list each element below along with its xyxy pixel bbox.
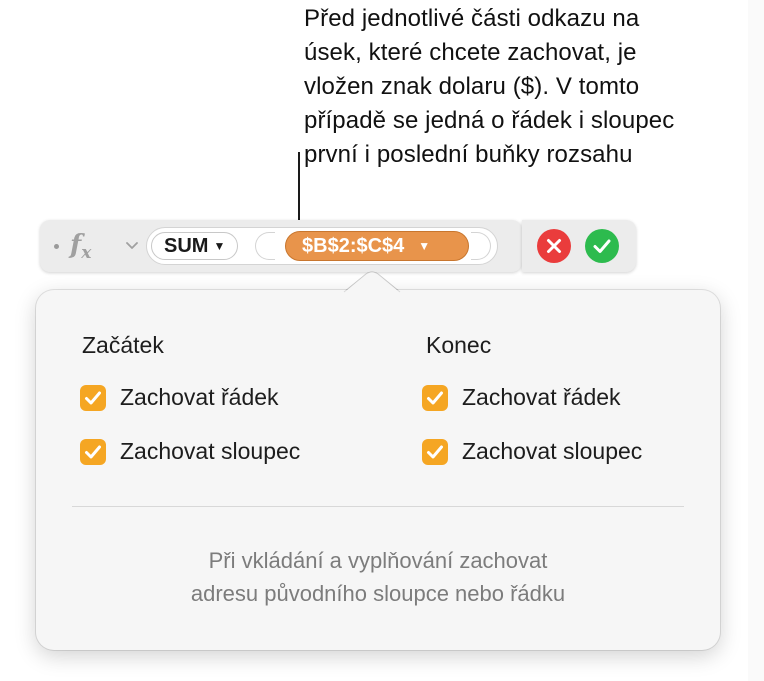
start-heading: Začátek	[82, 332, 164, 358]
close-icon	[547, 239, 561, 253]
canvas: Před jednotlivé části odkazu na úsek, kt…	[0, 0, 764, 681]
fx-label: f	[70, 230, 82, 260]
argument-bracket-left	[255, 232, 275, 260]
start-preserve-column-checkbox[interactable]	[80, 438, 106, 465]
drag-handle-icon[interactable]	[54, 244, 59, 249]
start-preserve-row-label: Zachovat řádek	[120, 384, 279, 410]
end-preserve-column-checkbox[interactable]	[422, 438, 448, 465]
start-preserve-column-label: Zachovat sloupec	[120, 438, 301, 464]
start-preserve-column-option[interactable]: Zachovat sloupec	[80, 438, 300, 465]
checkmark-icon	[593, 239, 611, 253]
start-preserve-row-option[interactable]: Zachovat řádek	[80, 384, 279, 411]
range-token-label: $B$2:$C$4	[302, 234, 405, 257]
fx-subscript: x	[81, 243, 92, 263]
formula-bar: fx SUM ▼ $B$2:$C$4 ▼	[40, 220, 523, 272]
function-token-label: SUM	[164, 234, 209, 257]
function-token[interactable]: SUM ▼	[151, 232, 239, 260]
end-preserve-column-label: Zachovat sloupec	[462, 438, 643, 464]
footer-line-2: adresu původního sloupce nebo řádku	[190, 581, 566, 606]
checkmark-icon	[85, 391, 101, 404]
footer-line-1: Při vkládání a vyplňování zachovat	[208, 548, 548, 573]
caret-down-icon[interactable]: ▼	[418, 239, 430, 253]
accept-button[interactable]	[585, 229, 619, 263]
checkmark-icon	[427, 391, 443, 404]
end-heading: Konec	[426, 332, 492, 358]
popover-footer-text: Při vkládání a vyplňování zachovat adres…	[36, 544, 720, 610]
callout-line-1: Před jednotlivé části odkazu na	[304, 5, 640, 32]
caret-down-icon: ▼	[213, 239, 226, 253]
callout-line-3: vložen znak dolaru ($). V tomto	[304, 73, 640, 100]
callout-line-4: případě se jedná o řádek i sloupec	[304, 107, 675, 134]
popover-arrow-fill	[343, 271, 401, 293]
checkmark-icon	[85, 445, 101, 458]
end-preserve-row-checkbox[interactable]	[422, 384, 448, 411]
checkmark-icon	[427, 445, 443, 458]
popover-divider	[72, 506, 684, 507]
formula-input[interactable]: SUM ▼ $B$2:$C$4 ▼	[146, 227, 498, 265]
end-preserve-column-option[interactable]: Zachovat sloupec	[422, 438, 642, 465]
argument-bracket-right	[471, 232, 491, 260]
callout-line-2: úsek, které chcete zachovat, je	[304, 39, 637, 66]
end-preserve-row-option[interactable]: Zachovat řádek	[422, 384, 621, 411]
callout-text: Před jednotlivé části odkazu na úsek, kt…	[304, 2, 754, 172]
function-icon[interactable]: fx	[70, 230, 91, 268]
range-token[interactable]: $B$2:$C$4 ▼	[285, 231, 469, 261]
chevron-down-icon[interactable]	[124, 236, 140, 254]
start-preserve-row-checkbox[interactable]	[80, 384, 106, 411]
end-preserve-row-label: Zachovat řádek	[462, 384, 621, 410]
cancel-button[interactable]	[537, 229, 571, 263]
callout-line-5: první i poslední buňky rozsahu	[304, 141, 633, 168]
